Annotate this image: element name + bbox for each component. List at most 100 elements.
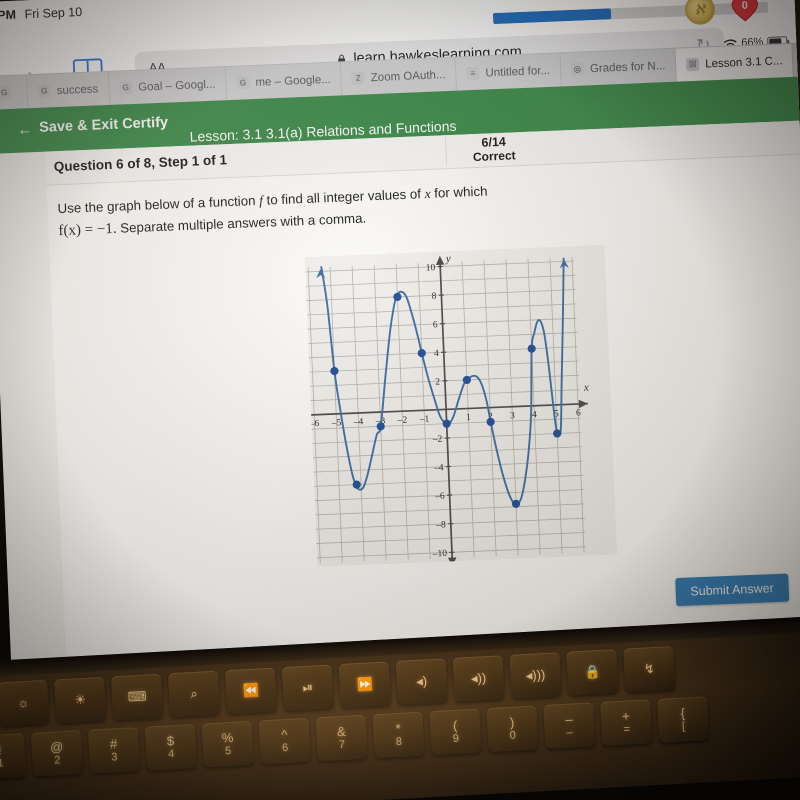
save-exit-button[interactable]: Save & Exit Certify [39,115,169,136]
browser-tab[interactable]: G [0,75,29,110]
y-tick-label: 4 [434,349,439,359]
prompt-part-1: Use the graph below of a function [57,193,256,217]
key-glyph: * [395,720,402,736]
x-tick-label: 3 [510,411,515,421]
key-glyph: ☀ [73,691,87,708]
prompt-equation: f(x) = −1. [58,220,117,239]
browser-tab[interactable]: G Goal – Googl... [108,67,228,105]
browser-tab[interactable]: Gsuccess [27,71,110,109]
key-glyph: & [336,723,347,740]
tablet-device: 7 PM Fri Sep 10 ‹ › AA [0,0,800,688]
prompt-part-4: Separate multiple answers with a comma. [119,210,367,236]
keyboard-key[interactable]: @2 [30,730,84,777]
keyboard-key[interactable]: * 8 [372,711,425,759]
keyboard-key[interactable]: (9 [429,708,482,756]
key-glyph: ◂) [415,673,428,689]
keyboard-key[interactable]: % 5 [201,720,254,768]
status-date: Fri Sep 10 [24,4,83,22]
y-tick-label: 6 [433,320,438,330]
browser-tab[interactable]: ≡ Untitled for... [455,53,562,91]
key-glyph: $ [166,732,175,749]
key-glyph: + [621,708,631,724]
y-tick-label: –6 [434,492,445,502]
heart-count: 0 [741,0,749,12]
key-sublabel: – [566,726,574,739]
keyboard-key[interactable]: ☀ [54,676,107,724]
prompt-variable-symbol: x [424,185,431,202]
arrow-left-icon[interactable]: ← [17,121,33,139]
x-tick-label: 1 [466,413,471,423]
key-sublabel: 1 [0,757,4,770]
score-cell: 6/14 Correct [444,133,542,166]
tab-favicon-icon: G [37,84,51,98]
keyboard-key[interactable]: 🔒 [566,649,619,696]
key-glyph: ⏪ [242,682,260,699]
browser-tab[interactable]: Gme – Google... [225,62,343,101]
key-sublabel: 7 [338,738,346,752]
key-glyph: ⌕ [189,685,199,701]
key-glyph: ☼ [16,694,30,711]
tab-favicon-icon: ≡ [466,66,480,81]
keyboard-key[interactable]: ! 1 [0,733,27,780]
tab-label: success [56,82,99,97]
keyboard-key[interactable]: ⌨ [110,673,164,721]
keyboard-key[interactable]: ) 0 [486,705,539,753]
y-axis-label: y [445,253,451,265]
keyboard-key[interactable]: & 7 [315,714,368,762]
key-glyph: ◂))) [525,666,546,683]
keyboard-key[interactable]: + = [600,699,653,746]
key-glyph: # [109,735,118,752]
keyboard-key[interactable]: ◂))) [509,652,562,699]
keyboard-key[interactable]: ^ 6 [258,717,311,765]
prompt-part-2: to find all integer values of [266,186,422,208]
y-tick-label: 8 [432,292,437,302]
browser-tab[interactable]: ◎ Grades for N... [560,48,677,87]
y-tick-label: 10 [426,263,436,273]
keyboard-key[interactable]: – – [543,702,596,750]
key-sublabel: 8 [395,735,403,749]
keyboard-key[interactable]: #3 [87,727,141,774]
x-tick-label: –5 [331,418,342,428]
y-tick-label: –10 [432,549,448,560]
keyboard-key[interactable]: ◂)) [452,655,505,702]
key-glyph: 🔒 [583,663,601,680]
key-sublabel: 6 [281,742,289,755]
x-tick-label: –4 [353,417,364,427]
key-sublabel: 3 [110,751,118,764]
key-glyph: ! [0,742,3,758]
key-glyph: ) [509,714,515,730]
keyboard-key[interactable]: $4 [144,723,198,771]
submit-answer-button[interactable]: Submit Answer [674,573,790,607]
key-glyph: % [221,729,234,746]
browser-tab[interactable]: Z Zoom OAuth... [341,57,458,96]
keyboard-key[interactable]: ⏩ [338,661,391,709]
key-sublabel: 0 [509,729,517,743]
y-tick-label: 2 [435,377,440,387]
y-tick-label: –4 [433,463,444,473]
y-tick-label: –8 [435,520,446,530]
tab-label: Lesson 3.1 C... [705,54,783,70]
prompt-function-symbol: f [258,192,264,208]
tab-favicon-icon: Z [351,71,366,85]
tab-label: Zoom OAuth... [370,68,446,84]
key-glyph: – [564,711,573,727]
keyboard-key[interactable]: ⏪ [224,667,278,715]
keyboard-key[interactable]: ⌕ [167,670,221,718]
y-tick-label: –2 [432,435,443,445]
key-sublabel: 9 [452,732,460,746]
tab-favicon-icon: G [118,81,133,95]
keyboard-key[interactable]: ◂) [395,658,448,705]
prompt-part-3: for which [433,183,488,201]
tab-favicon-icon: ☒ [686,57,700,72]
browser-tab[interactable]: ☒ Lesson 3.1 C... [675,43,795,82]
x-tick-label: –6 [309,419,320,429]
keyboard-key[interactable]: ☼ [0,679,50,727]
score-label: Correct [472,148,516,165]
tab-label: Grades for N... [589,59,666,75]
tab-label: me – Google... [255,73,332,89]
tab-favicon-icon: ◎ [570,62,585,76]
keyboard-key[interactable]: ⏯ [281,664,335,712]
question-content: Use the graph below of a function f to f… [46,154,800,658]
x-axis-label: x [583,382,589,394]
tab-label: Goal – Googl... [137,78,216,94]
